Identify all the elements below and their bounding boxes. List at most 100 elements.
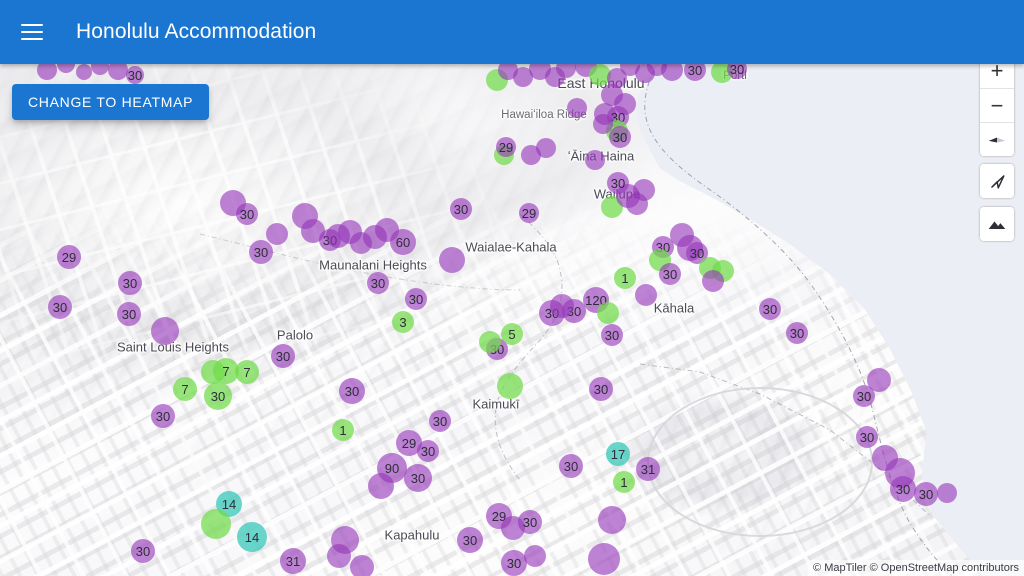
zoom-out-button[interactable]: −: [980, 88, 1014, 122]
map-cluster-marker[interactable]: [266, 223, 288, 245]
map-cluster-marker[interactable]: [585, 150, 605, 170]
map-cluster-marker[interactable]: 30: [609, 126, 631, 148]
map-cluster-marker[interactable]: 17: [606, 442, 630, 466]
menu-line: [21, 24, 43, 26]
map-cluster-marker[interactable]: 30: [405, 288, 427, 310]
cluster-count-label: 30: [860, 431, 874, 444]
cluster-count-label: 30: [454, 203, 468, 216]
map-cluster-marker[interactable]: 1: [613, 471, 635, 493]
map-cluster-marker[interactable]: 30: [151, 404, 175, 428]
map-cluster-marker[interactable]: 30: [856, 426, 878, 448]
map-cluster-marker[interactable]: 30: [457, 527, 483, 553]
map-cluster-marker[interactable]: [588, 543, 620, 575]
map-cluster-marker[interactable]: [598, 506, 626, 534]
map-cluster-marker[interactable]: 7: [173, 377, 197, 401]
map-cluster-marker[interactable]: [635, 284, 657, 306]
map-cluster-marker[interactable]: [91, 64, 109, 75]
map-cluster-marker[interactable]: [108, 64, 128, 80]
map-cluster-marker[interactable]: [439, 247, 465, 273]
cluster-count-label: 29: [499, 141, 513, 154]
cluster-count-label: 30: [919, 488, 933, 501]
map-cluster-marker[interactable]: 30: [118, 271, 142, 295]
map-cluster-marker[interactable]: 30: [249, 240, 273, 264]
map-cluster-marker[interactable]: 30: [786, 322, 808, 344]
map-cluster-marker[interactable]: [497, 373, 523, 399]
map-cluster-marker[interactable]: 30: [727, 64, 747, 79]
map-cluster-marker[interactable]: 30: [601, 324, 623, 346]
map-cluster-marker[interactable]: 30: [890, 476, 916, 502]
map-cluster-marker[interactable]: 29: [496, 137, 516, 157]
compass-button[interactable]: [980, 122, 1014, 156]
map-cluster-marker[interactable]: 60: [390, 229, 416, 255]
map-cluster-marker[interactable]: 30: [429, 410, 451, 432]
map-cluster-marker[interactable]: 30: [914, 482, 938, 506]
map-cluster-marker[interactable]: 30: [339, 378, 365, 404]
map-cluster-marker[interactable]: [76, 64, 92, 80]
map-cluster-marker[interactable]: [550, 294, 574, 318]
map-cluster-marker[interactable]: [57, 64, 75, 73]
map-cluster-marker[interactable]: 14: [237, 522, 267, 552]
cluster-count-label: 14: [222, 498, 236, 511]
map-cluster-marker[interactable]: 30: [450, 198, 472, 220]
map-cluster-marker[interactable]: 30: [759, 298, 781, 320]
map-cluster-marker[interactable]: 5: [501, 323, 523, 345]
map-cluster-marker[interactable]: 7: [235, 360, 259, 384]
map-cluster-marker[interactable]: [524, 545, 546, 567]
map-cluster-marker[interactable]: [327, 544, 351, 568]
map-cluster-marker[interactable]: [702, 270, 724, 292]
map-cluster-marker[interactable]: 1: [614, 267, 636, 289]
map-cluster-marker[interactable]: 30: [589, 377, 613, 401]
cluster-count-label: 14: [245, 531, 259, 544]
change-to-heatmap-button[interactable]: CHANGE TO HEATMAP: [12, 84, 209, 120]
map-cluster-marker[interactable]: 30: [518, 510, 542, 534]
map-cluster-marker[interactable]: 30: [271, 344, 295, 368]
map-cluster-marker[interactable]: 30: [367, 272, 389, 294]
cluster-count-label: 17: [611, 448, 625, 461]
map-cluster-marker[interactable]: 3: [392, 311, 414, 333]
map-cluster-marker[interactable]: 30: [236, 203, 258, 225]
map-cluster-marker[interactable]: [867, 368, 891, 392]
map-cluster-marker[interactable]: 30: [204, 382, 232, 410]
menu-line: [21, 31, 43, 33]
map-cluster-marker[interactable]: [350, 555, 374, 576]
map-cluster-marker[interactable]: [597, 302, 619, 324]
cluster-count-label: 30: [371, 277, 385, 290]
map-cluster-marker[interactable]: [937, 483, 957, 503]
map-cluster-marker[interactable]: 30: [659, 263, 681, 285]
hamburger-menu-icon[interactable]: [12, 12, 52, 52]
map-cluster-marker[interactable]: 30: [684, 64, 706, 81]
map-cluster-marker[interactable]: 29: [519, 203, 539, 223]
map-cluster-marker[interactable]: 30: [126, 66, 144, 84]
cluster-count-label: 1: [621, 272, 628, 285]
map-cluster-marker[interactable]: [201, 509, 231, 539]
map-cluster-marker[interactable]: [556, 64, 576, 78]
map-cluster-marker[interactable]: 30: [607, 172, 629, 194]
map-cluster-marker[interactable]: [37, 64, 57, 80]
map-cluster-marker[interactable]: [633, 179, 655, 201]
map-cluster-marker[interactable]: [368, 473, 394, 499]
map-canvas[interactable]: East HonoluluHawaiʻiloa RidgePortlʻĀina …: [0, 64, 1024, 576]
geolocate-button[interactable]: [980, 164, 1014, 198]
map-cluster-marker[interactable]: [593, 114, 613, 134]
map-cluster-marker[interactable]: [479, 331, 501, 353]
map-cluster-marker[interactable]: [536, 138, 556, 158]
map-markers-layer[interactable]: 3029303030303077730303030306030303301299…: [0, 64, 1024, 576]
map-cluster-marker[interactable]: 30: [48, 295, 72, 319]
map-cluster-marker[interactable]: [661, 64, 683, 81]
map-cluster-marker[interactable]: 30: [404, 464, 432, 492]
map-cluster-marker[interactable]: 1: [332, 419, 354, 441]
map-cluster-marker[interactable]: [151, 317, 179, 345]
map-cluster-marker[interactable]: 30: [117, 302, 141, 326]
map-cluster-marker[interactable]: 29: [57, 245, 81, 269]
map-cluster-marker[interactable]: 30: [559, 454, 583, 478]
map-attribution[interactable]: © MapTiler © OpenStreetMap contributors: [808, 560, 1024, 576]
map-cluster-marker[interactable]: 30: [131, 539, 155, 563]
cluster-count-label: 30: [345, 385, 359, 398]
map-cluster-marker[interactable]: 30: [417, 440, 439, 462]
map-cluster-marker[interactable]: [567, 98, 587, 118]
map-cluster-marker[interactable]: 31: [280, 548, 306, 574]
cluster-count-label: 7: [243, 366, 250, 379]
terrain-button[interactable]: [980, 207, 1014, 241]
map-cluster-marker[interactable]: 31: [636, 457, 660, 481]
cluster-count-label: 30: [136, 545, 150, 558]
